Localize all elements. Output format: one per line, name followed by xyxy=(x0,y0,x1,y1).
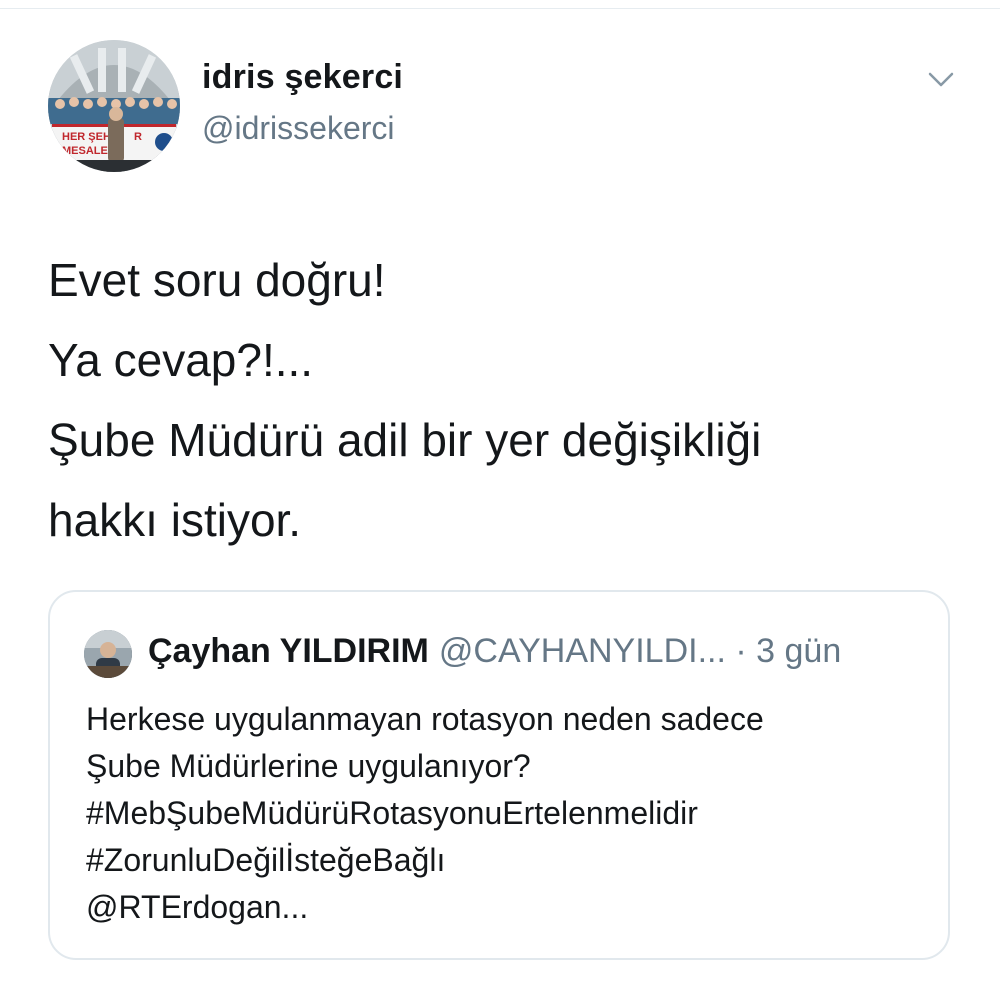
tweet-text-line: Ya cevap?!... xyxy=(48,334,314,386)
quoted-hashtag: #MebŞubeMüdürüRotasyonuErtelenmelidir xyxy=(86,795,698,831)
quoted-author-avatar xyxy=(84,630,132,678)
tweet-text-line: Şube Müdürü adil bir yer değişikliği xyxy=(48,414,762,466)
author-avatar[interactable]: HER ŞEHİR MESALE R xyxy=(48,40,180,172)
quoted-hashtag: #ZorunluDeğilİsteğeBağlı xyxy=(86,842,446,878)
chevron-down-icon[interactable] xyxy=(924,66,958,94)
avatar-banner-letter: R xyxy=(134,131,142,143)
quoted-tweet-card[interactable]: Çayhan YILDIRIM @CAYHANYILDI... · 3 gün H… xyxy=(48,590,950,960)
quoted-author-name: Çayhan YILDIRIM xyxy=(148,632,429,670)
author-name[interactable]: idris şekerci xyxy=(202,58,403,97)
quoted-text-line: Şube Müdürlerine uygulanıyor? xyxy=(86,748,531,784)
author-handle[interactable]: @idrissekerci xyxy=(202,110,395,147)
avatar-banner-line-2: MESALE xyxy=(62,145,108,157)
avatar-image: HER ŞEHİR MESALE R xyxy=(48,40,180,172)
quoted-tweet-header: Çayhan YILDIRIM @CAYHANYILDI... · 3 gün xyxy=(148,632,841,671)
tweet-text-line: Evet soru doğru! xyxy=(48,254,386,306)
tweet-text: Evet soru doğru! Ya cevap?!... Şube Müdü… xyxy=(48,240,948,560)
top-divider xyxy=(0,8,1000,9)
quoted-author-handle: @CAYHANYILDI... xyxy=(438,632,726,670)
quoted-mention: @RTErdogan... xyxy=(86,889,309,925)
quoted-tweet-time: · 3 gün xyxy=(725,632,842,670)
tweet-text-line: hakkı istiyor. xyxy=(48,494,302,546)
quoted-text-line: Herkese uygulanmayan rotasyon neden sade… xyxy=(86,701,764,737)
quoted-tweet-text: Herkese uygulanmayan rotasyon neden sade… xyxy=(86,696,936,931)
